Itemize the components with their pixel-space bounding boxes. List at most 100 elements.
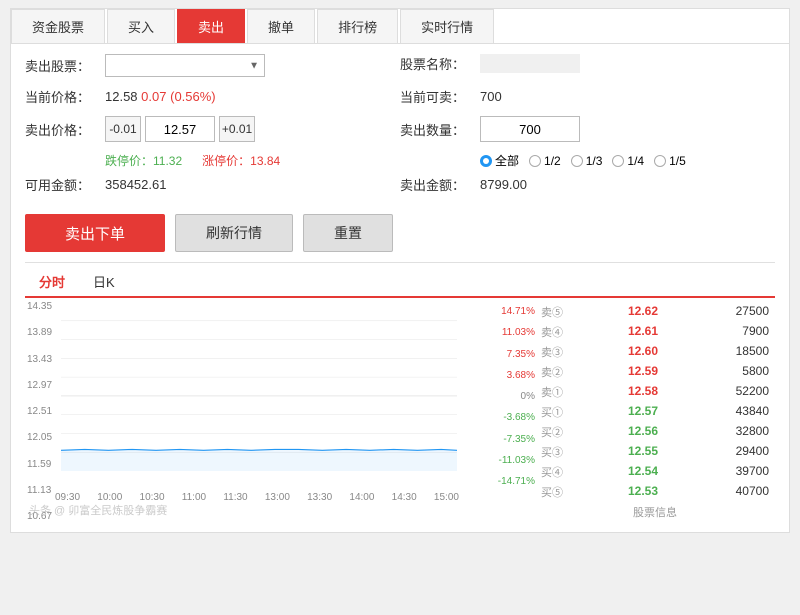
sell-amount-value: 8799.00 [480,177,527,192]
sell-stock-select[interactable] [105,54,265,77]
main-content: 卖出股票： ▼ 股票名称： [11,44,789,532]
ob-price: 12.55 [613,444,673,460]
current-price-label: 当前价格： [25,87,105,106]
bottom-area: 14.3513.8913.4312.9712.5112.0511.5911.13… [25,302,775,522]
ob-label: 卖③ [541,344,577,360]
ob-price: 12.54 [613,464,673,480]
available-funds-label: 可用金额： [25,175,105,194]
chart-tab-分时[interactable]: 分时 [25,267,79,298]
radio-dot-quarter [612,155,624,167]
x-axis: 09:3010:0010:3011:0011:3013:0013:3014:00… [25,490,489,503]
nav-tab-买入[interactable]: 买入 [107,9,175,43]
x-label: 13:00 [265,492,290,503]
ob-price: 12.58 [613,384,673,400]
nav-tab-排行榜[interactable]: 排行榜 [317,9,398,43]
price-chart [25,302,489,487]
sell-stock-label: 卖出股票： [25,56,105,75]
orderbook-row: 卖③ 12.60 18500 [535,342,775,362]
orderbook-row: 买④ 12.54 39700 [535,462,775,482]
ob-price: 12.59 [613,364,673,380]
pct-label: -14.71% [489,476,535,487]
orderbook-row: 买③ 12.55 29400 [535,442,775,462]
pct-label: 7.35% [489,349,535,360]
stock-name-label: 股票名称： [400,54,480,73]
y-label: 10.67 [27,512,52,522]
orderbook-row: 卖②12.595800 [535,362,775,382]
ob-label: 卖① [541,384,577,400]
x-label: 15:00 [434,492,459,503]
ob-vol: 39700 [709,464,769,480]
price-change: 0.07 (0.56%) [141,89,215,104]
top-nav: 资金股票买入卖出撤单排行榜实时行情 [11,9,789,44]
divider [25,262,775,263]
ob-vol: 27500 [709,304,769,320]
limit-up-hint: 涨停价：13.84 [202,152,280,169]
available-sell-value: 700 [480,89,502,104]
x-label: 11:30 [223,492,247,503]
ob-vol: 18500 [709,344,769,360]
x-label: 11:00 [182,492,206,503]
sell-order-button[interactable]: 卖出下单 [25,214,165,252]
action-buttons: 卖出下单 刷新行情 重置 [25,214,775,252]
refresh-button[interactable]: 刷新行情 [175,214,293,252]
available-funds-value: 358452.61 [105,177,166,192]
price-hints: 跌停价：11.32 涨停价：13.84 [105,152,400,169]
watermark: 头条 @ 卯富全民炼股争霸赛 [29,502,167,518]
stop-loss-hint: 跌停价：11.32 [105,152,182,169]
orderbook-row: 买① 12.57 43840 [535,402,775,422]
ob-vol: 7900 [709,324,769,340]
ob-price: 12.57 [613,404,673,420]
ob-vol: 32800 [709,424,769,440]
stock-name-input[interactable] [480,54,580,73]
sell-qty-label: 卖出数量： [400,120,480,139]
radio-dot-third [571,155,583,167]
ob-vol: 29400 [709,444,769,460]
radio-all[interactable]: 全部 [480,152,519,169]
pct-label: 3.68% [489,370,535,381]
ob-label: 买⑤ [541,484,577,500]
orderbook-row: 卖①12.5852200 [535,382,775,402]
chart-tabs: 分时日K [25,267,775,298]
chart-container: 14.3513.8913.4312.9712.5112.0511.5911.13… [25,302,489,522]
ob-vol: 43840 [709,404,769,420]
chart-tab-日K[interactable]: 日K [79,267,129,296]
nav-tab-卖出[interactable]: 卖出 [177,9,245,43]
x-label: 14:00 [349,492,374,503]
ob-label: 买② [541,424,577,440]
radio-dot-fifth [654,155,666,167]
x-label: 13:30 [307,492,332,503]
radio-quarter[interactable]: 1/4 [612,154,644,168]
radio-half[interactable]: 1/2 [529,154,561,168]
x-label: 14:30 [392,492,417,503]
available-sell-label: 当前可卖： [400,87,480,106]
ob-label: 卖② [541,364,577,380]
sell-price-input[interactable] [145,116,215,142]
radio-third[interactable]: 1/3 [571,154,603,168]
sell-price-label: 卖出价格： [25,120,105,139]
ob-price: 12.60 [613,344,673,360]
nav-tab-实时行情[interactable]: 实时行情 [400,9,494,43]
radio-fifth[interactable]: 1/5 [654,154,686,168]
ob-vol: 40700 [709,484,769,500]
ob-label: 买④ [541,464,577,480]
price-input-group: -0.01 +0.01 [105,116,255,142]
orderbook: 卖⑤12.6227500卖④12.617900 卖③ 12.60 18500 卖② 12.… [535,302,775,522]
orderbook-row: 卖④12.617900 [535,322,775,342]
orderbook-row: 买⑤ 12.53 40700 [535,482,775,502]
ob-label: 买③ [541,444,577,460]
sell-qty-input[interactable] [480,116,580,142]
ob-label: 买① [541,404,577,420]
ob-label: 卖⑤ [541,304,577,320]
price-minus-button[interactable]: -0.01 [105,116,141,142]
nav-tab-资金股票[interactable]: 资金股票 [11,9,105,43]
pct-labels: 14.71%11.03%7.35%3.68%0%-3.68%-7.35%-11.… [489,302,535,487]
price-plus-button[interactable]: +0.01 [219,116,255,142]
orderbook-row: 卖⑤12.6227500 [535,302,775,322]
nav-tab-撤单[interactable]: 撤单 [247,9,315,43]
pct-label: -7.35% [489,434,535,445]
sell-amount-label: 卖出金额： [400,175,480,194]
orderbook-row: 买② 12.56 32800 [535,422,775,442]
reset-button[interactable]: 重置 [303,214,393,252]
ob-price: 12.56 [613,424,673,440]
ob-price: 12.53 [613,484,673,500]
